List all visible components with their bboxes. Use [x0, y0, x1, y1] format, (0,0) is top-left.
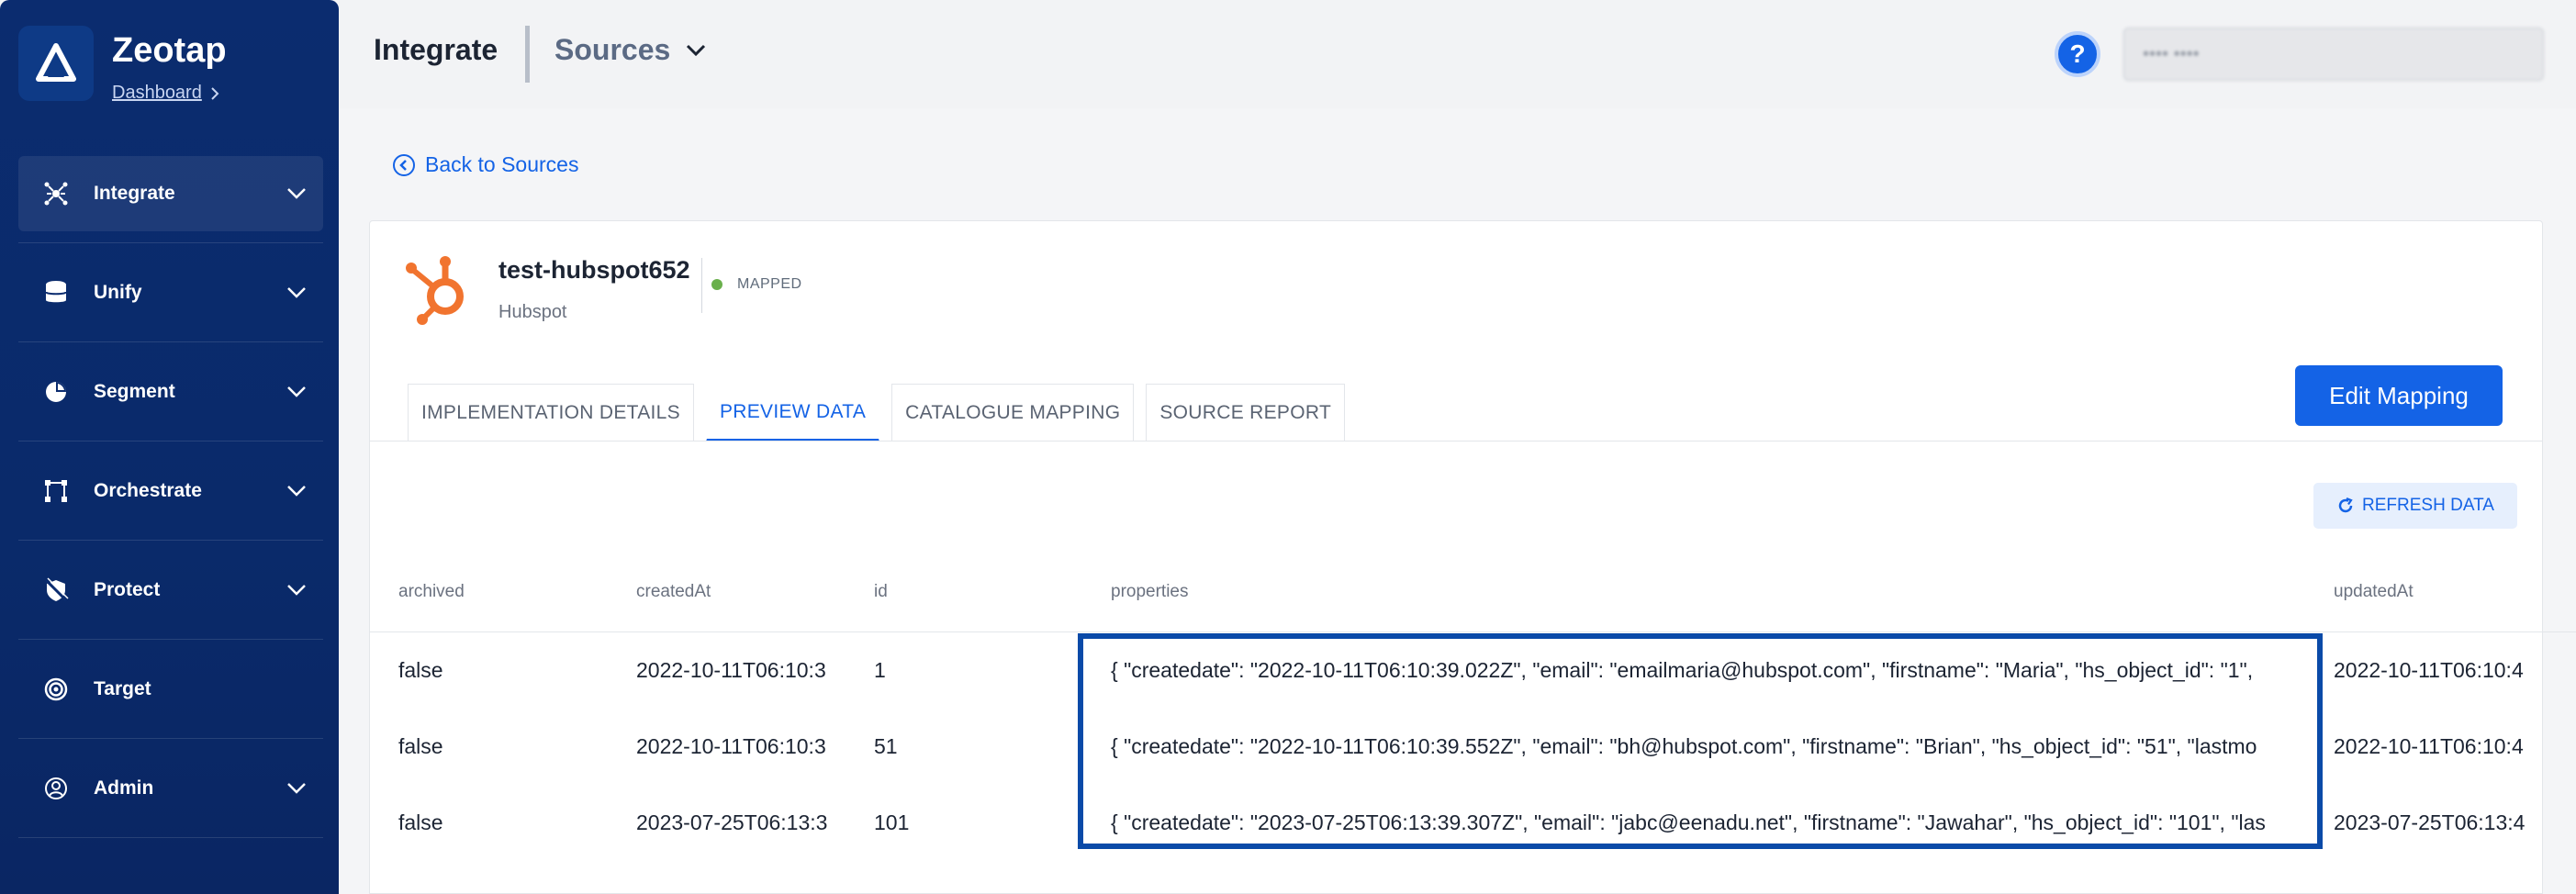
- cell-id: 101: [874, 810, 910, 834]
- sidebar-item-label: Unify: [94, 281, 142, 303]
- tab-source-report[interactable]: SOURCE REPORT: [1146, 384, 1346, 441]
- tab-implementation-details[interactable]: IMPLEMENTATION DETAILS: [408, 384, 694, 441]
- sidebar-nav: Integrate Unify Segment Orchestrate Prot…: [18, 156, 323, 838]
- user-account-field[interactable]: •••• ••••: [2123, 28, 2544, 81]
- user-circle-icon: [42, 775, 70, 802]
- cell-createdat: 2022-10-11T06:10:3: [636, 658, 826, 682]
- sidebar: Zeotap Dashboard Integrate Unify Segment: [0, 0, 339, 894]
- cell-updatedat: 2022-10-11T06:10:4: [2334, 734, 2524, 758]
- chevron-down-icon[interactable]: [286, 383, 307, 401]
- sidebar-item-label: Protect: [94, 578, 161, 600]
- refresh-data-button[interactable]: REFRESH DATA: [2313, 483, 2517, 529]
- sidebar-item-protect[interactable]: Protect: [18, 541, 323, 640]
- header-divider: [525, 26, 530, 83]
- column-header-createdat[interactable]: createdAt: [636, 582, 711, 602]
- brand: Zeotap Dashboard: [18, 26, 330, 108]
- dashboard-link-label[interactable]: Dashboard: [112, 83, 202, 104]
- zeotap-logo[interactable]: [18, 26, 94, 101]
- cell-createdat: 2022-10-11T06:10:3: [636, 734, 826, 758]
- sidebar-item-label: Target: [94, 677, 151, 699]
- chevron-down-icon[interactable]: [286, 284, 307, 302]
- tab-bar: IMPLEMENTATION DETAILS PREVIEW DATA CATA…: [408, 384, 1357, 441]
- cell-updatedat: 2022-10-11T06:10:4: [2334, 658, 2524, 682]
- cell-archived: false: [398, 734, 443, 758]
- help-icon[interactable]: ?: [2055, 31, 2100, 77]
- tab-preview-data[interactable]: PREVIEW DATA: [705, 384, 880, 441]
- sidebar-item-target[interactable]: Target: [18, 640, 323, 739]
- status-badge: MAPPED: [711, 276, 802, 293]
- cell-archived: false: [398, 658, 443, 682]
- database-icon: [42, 279, 70, 307]
- sidebar-item-orchestrate[interactable]: Orchestrate: [18, 441, 323, 541]
- hubspot-logo: [406, 256, 464, 325]
- source-name: test-hubspot652: [498, 256, 690, 284]
- status-label: MAPPED: [737, 276, 802, 292]
- refresh-label[interactable]: REFRESH DATA: [2362, 496, 2494, 516]
- cell-id: 1: [874, 658, 886, 682]
- chevron-down-icon[interactable]: [286, 581, 307, 599]
- sidebar-item-integrate[interactable]: Integrate: [18, 156, 323, 243]
- source-type: Hubspot: [498, 302, 567, 322]
- sidebar-item-admin[interactable]: Admin: [18, 739, 323, 838]
- cell-createdat: 2023-07-25T06:13:3: [636, 810, 828, 834]
- sidebar-item-unify[interactable]: Unify: [18, 243, 323, 342]
- sources-dropdown-label[interactable]: Sources: [554, 33, 670, 67]
- edit-mapping-button[interactable]: Edit Mapping: [2295, 365, 2503, 426]
- source-divider: [701, 258, 702, 313]
- column-header-id[interactable]: id: [874, 582, 888, 602]
- chevron-down-icon[interactable]: [286, 779, 307, 798]
- chevron-down-icon[interactable]: [286, 482, 307, 500]
- sidebar-item-segment[interactable]: Segment: [18, 342, 323, 441]
- sidebar-item-label: Orchestrate: [94, 479, 202, 501]
- page-title: Integrate: [374, 33, 498, 66]
- target-icon: [42, 676, 70, 703]
- chevron-right-icon: [211, 86, 219, 100]
- header-divider-line: [370, 631, 2576, 632]
- status-dot-icon: [711, 279, 722, 290]
- pie-chart-icon: [42, 378, 70, 406]
- brand-name: Zeotap: [112, 31, 227, 70]
- sidebar-item-label: Admin: [94, 777, 154, 799]
- chevron-down-icon[interactable]: [286, 184, 307, 203]
- cell-updatedat: 2023-07-25T06:13:4: [2334, 810, 2526, 834]
- tab-catalogue-mapping[interactable]: CATALOGUE MAPPING: [891, 384, 1135, 441]
- column-header-properties[interactable]: properties: [1111, 582, 1189, 602]
- chevron-down-icon[interactable]: [685, 42, 707, 59]
- source-card: test-hubspot652 Hubspot MAPPED IMPLEMENT…: [369, 220, 2543, 441]
- integrate-icon: [42, 180, 70, 207]
- orchestrate-icon: [42, 477, 70, 505]
- back-to-sources-link[interactable]: Back to Sources: [392, 152, 578, 177]
- properties-highlight-box: [1078, 633, 2323, 849]
- shield-off-icon: [42, 576, 70, 604]
- sidebar-item-label: Segment: [94, 380, 175, 402]
- column-header-updatedat[interactable]: updatedAt: [2334, 582, 2414, 602]
- back-link-label[interactable]: Back to Sources: [425, 152, 578, 177]
- column-header-archived[interactable]: archived: [398, 582, 465, 602]
- cell-archived: false: [398, 810, 443, 834]
- dashboard-link[interactable]: Dashboard: [112, 83, 220, 104]
- cell-id: 51: [874, 734, 898, 758]
- back-circle-icon: [393, 153, 415, 176]
- top-header: Integrate Sources ? •••• ••••: [339, 0, 2576, 108]
- sidebar-item-label: Integrate: [94, 183, 175, 204]
- sources-dropdown[interactable]: Sources: [554, 33, 707, 67]
- refresh-icon: [2338, 497, 2353, 513]
